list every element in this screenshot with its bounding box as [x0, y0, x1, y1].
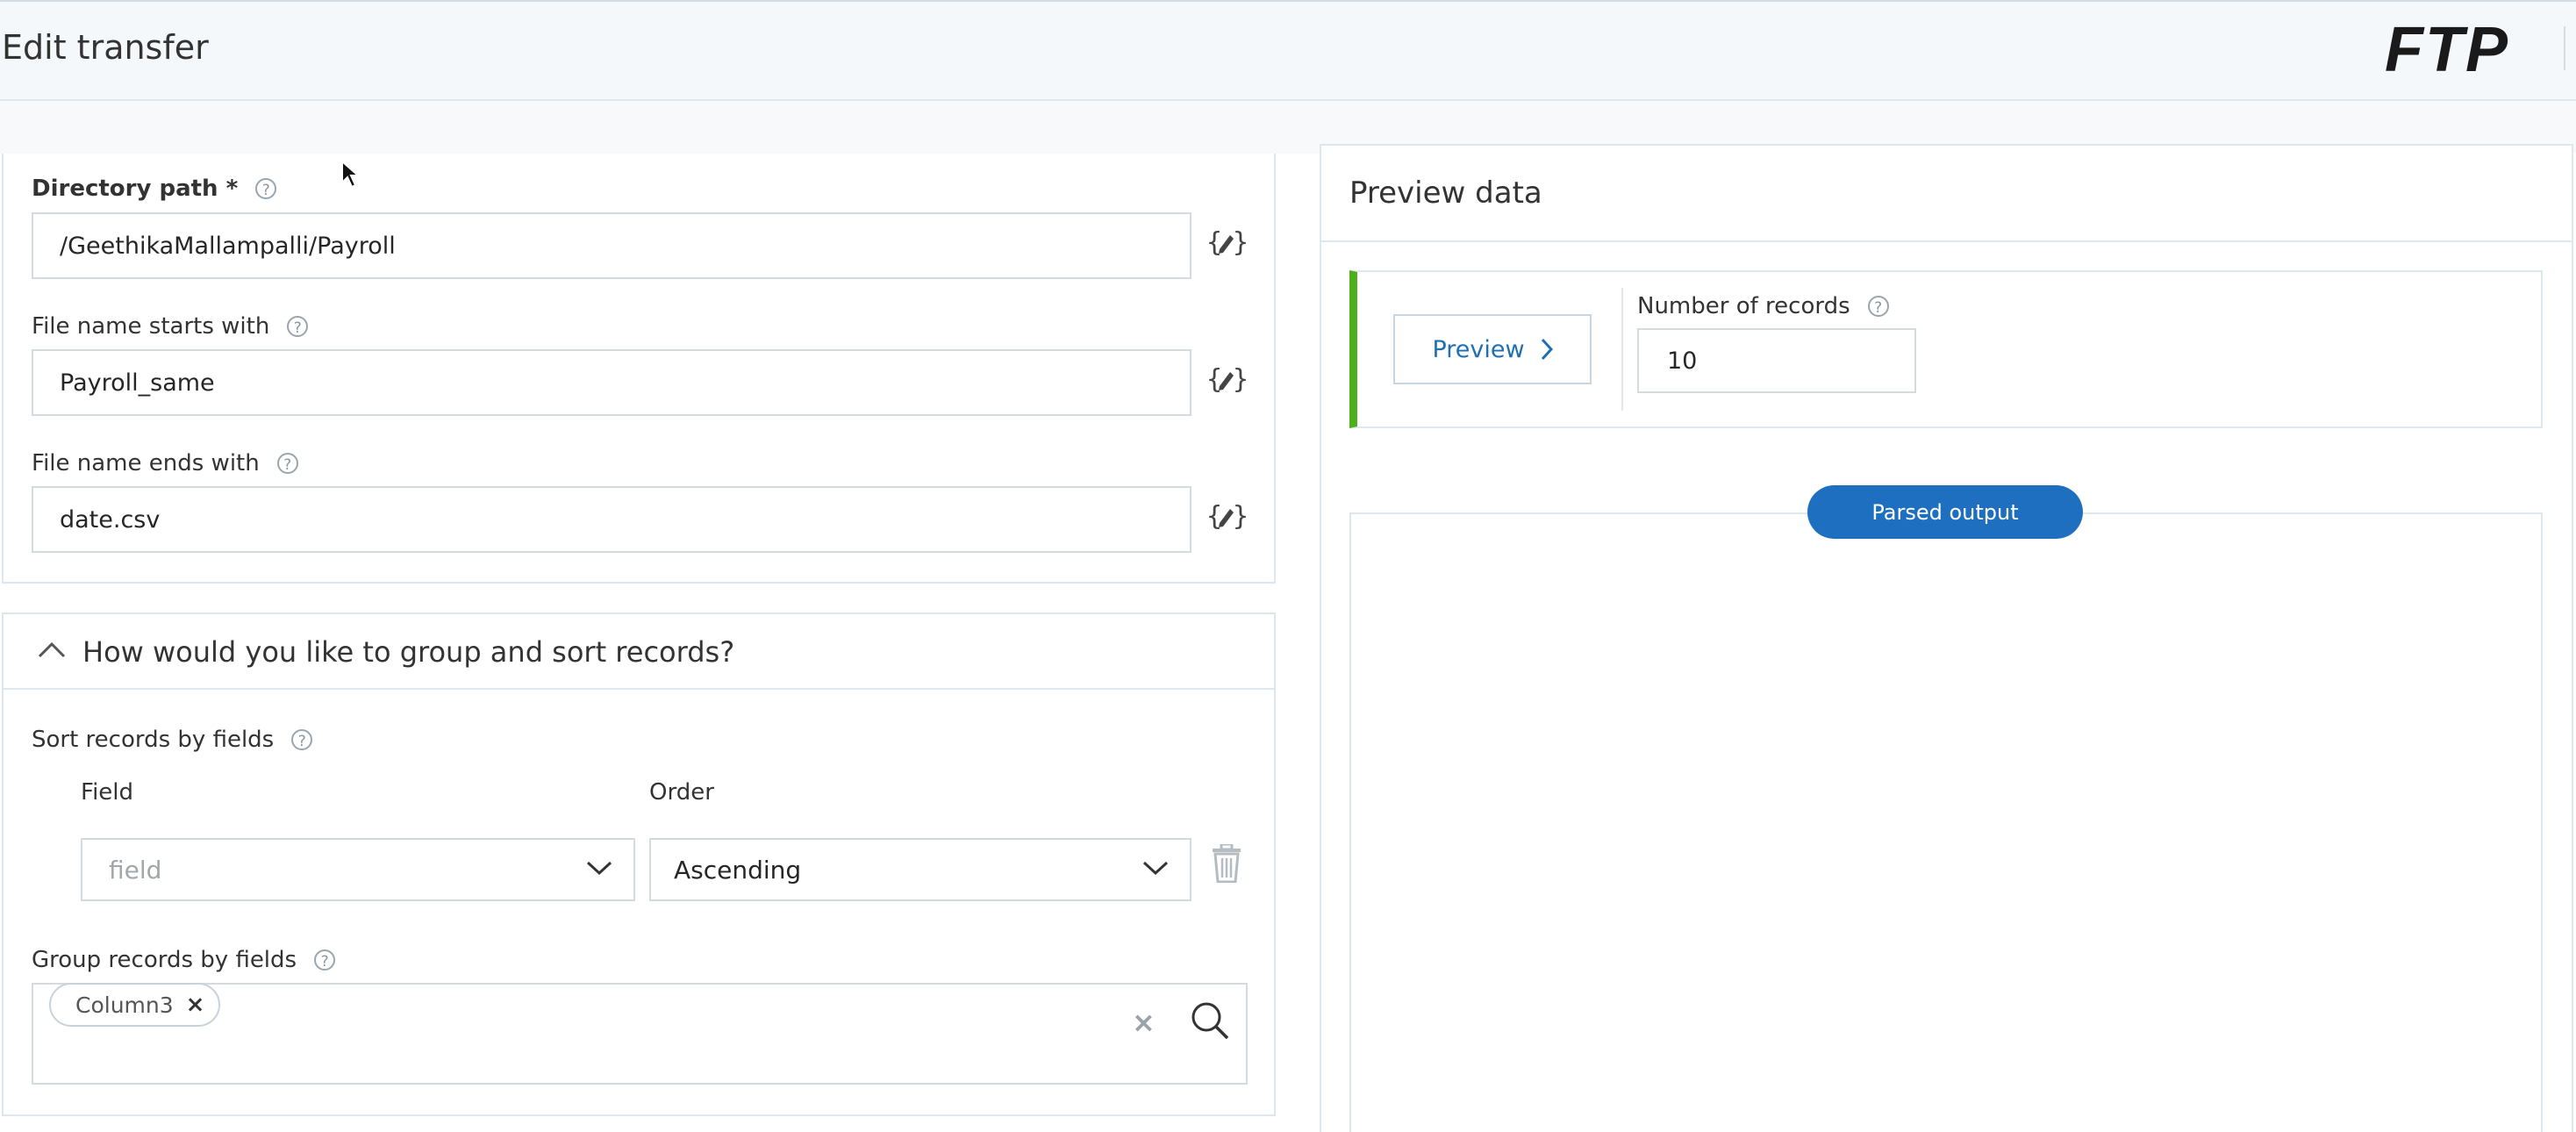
svg-text:{: {	[1206, 501, 1222, 532]
parsed-output-tab[interactable]: Parsed output	[1807, 485, 2083, 539]
directory-path-input[interactable]: /GeethikaMallampalli/Payroll	[32, 212, 1191, 279]
mouse-cursor-icon	[341, 160, 360, 189]
help-icon[interactable]: ?	[287, 316, 309, 337]
ends-with-input[interactable]: date.csv	[32, 486, 1191, 553]
group-records-label: Group records by fields ?	[32, 947, 336, 973]
starts-with-input[interactable]: Payroll_same	[32, 349, 1191, 416]
help-icon[interactable]: ?	[276, 453, 298, 474]
page-title: Edit transfer	[2, 28, 209, 67]
controls-divider	[1621, 288, 1623, 411]
records-label: Number of records ?	[1637, 293, 1889, 319]
preview-button-label: Preview	[1432, 335, 1525, 363]
svg-text:}: }	[1233, 501, 1246, 532]
sort-records-label: Sort records by fields ?	[32, 727, 313, 753]
help-icon[interactable]: ?	[1867, 296, 1889, 317]
chevron-up-icon[interactable]	[37, 641, 67, 660]
ftp-logo: FTP	[2385, 15, 2509, 85]
chevron-right-icon	[1541, 338, 1553, 361]
sort-order-value: Ascending	[674, 855, 802, 885]
tag-label: Column3	[75, 992, 174, 1018]
sort-field-select[interactable]: field	[81, 838, 635, 901]
sort-order-select[interactable]: Ascending	[649, 838, 1191, 901]
page-header: Edit transfer FTP	[0, 0, 2576, 101]
ends-with-label: File name ends with ?	[32, 450, 298, 476]
chevron-down-icon	[586, 861, 612, 876]
group-sort-title: How would you like to group and sort rec…	[82, 635, 735, 669]
svg-text:}: }	[1233, 227, 1246, 258]
preview-header: Preview data	[1321, 146, 2572, 242]
variable-edit-icon[interactable]: { }	[1206, 362, 1246, 397]
variable-edit-icon[interactable]: { }	[1206, 225, 1246, 260]
svg-text:{: {	[1206, 364, 1222, 395]
trash-icon[interactable]	[1211, 844, 1242, 883]
variable-edit-icon[interactable]: { }	[1206, 498, 1246, 534]
sort-field-placeholder: field	[109, 855, 162, 885]
help-icon[interactable]: ?	[291, 729, 313, 750]
svg-text:}: }	[1233, 364, 1246, 395]
preview-title: Preview data	[1349, 176, 1542, 211]
clear-icon[interactable]: ×	[1132, 1006, 1156, 1039]
group-field-tag: Column3 ×	[49, 983, 221, 1027]
records-input[interactable]: 10	[1637, 328, 1916, 393]
starts-with-label: File name starts with ?	[32, 313, 309, 340]
directory-path-label: Directory path * ?	[32, 176, 277, 202]
order-column-header: Order	[649, 779, 714, 806]
help-icon[interactable]: ?	[314, 949, 336, 971]
search-icon[interactable]	[1190, 1000, 1230, 1041]
preview-button[interactable]: Preview	[1393, 314, 1592, 384]
parsed-output-area	[1349, 512, 2543, 1132]
header-divider	[2564, 26, 2565, 70]
help-icon[interactable]: ?	[255, 178, 277, 199]
group-sort-header[interactable]: How would you like to group and sort rec…	[2, 614, 1276, 690]
field-column-header: Field	[81, 779, 134, 806]
tag-remove-icon[interactable]: ×	[186, 992, 205, 1018]
svg-text:{: {	[1206, 227, 1222, 258]
chevron-down-icon	[1142, 861, 1169, 876]
